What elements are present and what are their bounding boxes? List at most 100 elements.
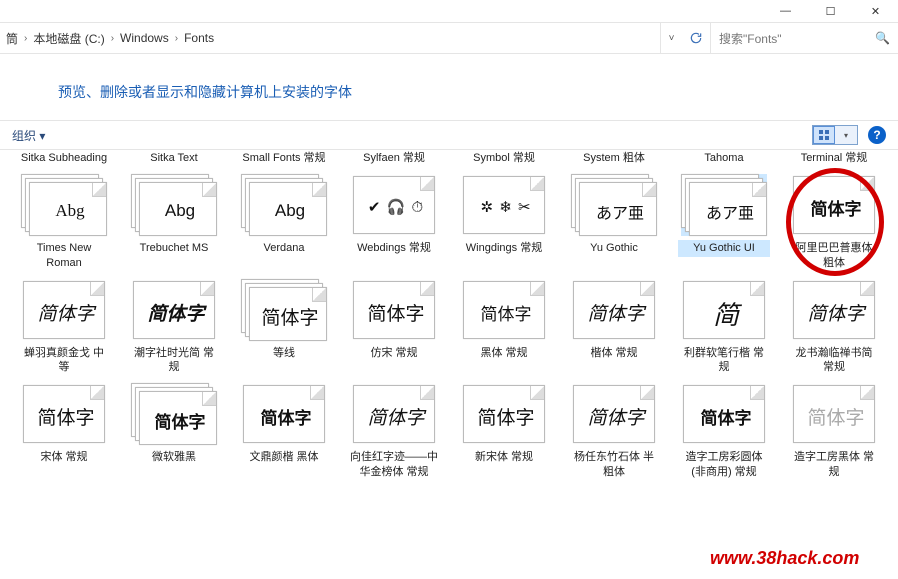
font-label: Wingdings 常规	[458, 240, 550, 256]
font-item-yu-gothic[interactable]: あア亜 Yu Gothic	[568, 174, 660, 271]
font-item[interactable]: Sitka Text	[128, 150, 220, 166]
help-button[interactable]: ?	[868, 126, 886, 144]
font-thumbnail: ✔ 🎧 ⏱	[351, 174, 437, 236]
maximize-button[interactable]: ☐	[808, 0, 853, 22]
font-label: 潮字社时光简 常规	[128, 345, 220, 376]
font-item[interactable]: 简体字向佳红字迹——中华金榜体 常规	[348, 383, 440, 480]
refresh-icon	[689, 31, 703, 45]
font-label: 龙书瀚临禅书简 常规	[788, 345, 880, 376]
font-label: Verdana	[238, 240, 330, 256]
font-item[interactable]: 简利群软笔行楷 常规	[678, 279, 770, 376]
view-dropdown-button[interactable]: ▾	[835, 126, 857, 144]
font-label: 文鼎颜楷 黑体	[238, 449, 330, 465]
font-thumbnail: 简体字	[21, 279, 107, 341]
font-item-trebuchet-ms[interactable]: Abg Trebuchet MS	[128, 174, 220, 271]
font-label: Sitka Text	[128, 150, 220, 166]
font-item[interactable]: Tahoma	[678, 150, 770, 166]
font-thumbnail: 简体字	[461, 383, 547, 445]
font-item[interactable]: Terminal 常规	[788, 150, 880, 166]
font-item[interactable]: 简体字等线	[238, 279, 330, 376]
font-sample: 简	[694, 295, 758, 332]
font-item-times-new-roman[interactable]: Abg Times New Roman	[18, 174, 110, 271]
font-thumbnail: 简	[681, 279, 767, 341]
font-item-yu-gothic-ui[interactable]: あア亜 Yu Gothic UI	[678, 174, 770, 271]
font-label: 阿里巴巴普惠体 粗体	[788, 240, 880, 271]
font-sample: 简体字	[474, 404, 538, 431]
font-label: Small Fonts 常规	[238, 150, 330, 166]
font-item[interactable]: 简体字造字工房黑体 常规	[788, 383, 880, 480]
font-thumbnail: Abg	[131, 174, 217, 236]
font-item[interactable]: 简体字微软雅黑	[128, 383, 220, 480]
font-item[interactable]: 简体字宋体 常规	[18, 383, 110, 480]
font-label: Webdings 常规	[348, 240, 440, 256]
font-item[interactable]: System 粗体	[568, 150, 660, 166]
address-history-dropdown[interactable]: ˅	[660, 23, 682, 53]
font-item[interactable]: 简体字新宋体 常规	[458, 383, 550, 480]
font-thumbnail: あア亜	[571, 174, 657, 236]
font-label: 蝉羽真颜金戈 中等	[18, 345, 110, 376]
font-sample: ✲ ❄ ✂	[474, 198, 538, 216]
organize-button[interactable]: 组织 ▾	[12, 127, 45, 144]
font-item[interactable]: 简体字潮字社时光简 常规	[128, 279, 220, 376]
font-item[interactable]: 简体字楷体 常规	[568, 279, 660, 376]
font-item[interactable]: 简体字造字工房彩圆体(非商用) 常规	[678, 383, 770, 480]
breadcrumb-part[interactable]: 筒	[6, 30, 18, 47]
breadcrumb-part[interactable]: Windows	[120, 31, 169, 45]
view-large-icons-button[interactable]	[813, 126, 835, 144]
font-item[interactable]: Sylfaen 常规	[348, 150, 440, 166]
breadcrumb-part[interactable]: 本地磁盘 (C:)	[33, 30, 104, 47]
font-label: 等线	[238, 345, 330, 361]
font-item[interactable]: Small Fonts 常规	[238, 150, 330, 166]
font-item[interactable]: 简体字杨任东竹石体 半粗体	[568, 383, 660, 480]
font-item[interactable]: 简体字文鼎颜楷 黑体	[238, 383, 330, 480]
address-bar: 筒 › 本地磁盘 (C:) › Windows › Fonts ˅ 搜索"Fon…	[0, 22, 898, 54]
font-item-wingdings[interactable]: ✲ ❄ ✂ Wingdings 常规	[458, 174, 550, 271]
font-sample: 简体字	[34, 404, 98, 431]
font-item[interactable]: Sitka Subheading	[18, 150, 110, 166]
font-sample: Abg	[260, 201, 320, 221]
font-sample: 简体字	[34, 299, 98, 326]
font-thumbnail: あア亜	[681, 174, 767, 236]
font-sample: 简体字	[144, 299, 208, 326]
font-thumbnail: 简体字	[571, 279, 657, 341]
font-thumbnail: 简体字	[791, 279, 877, 341]
search-input[interactable]: 搜索"Fonts" 🔍	[710, 23, 898, 53]
font-label: 杨任东竹石体 半粗体	[568, 449, 660, 480]
font-label: 造字工房彩圆体(非商用) 常规	[678, 449, 770, 480]
font-item-alibaba-puhui[interactable]: 简体字 阿里巴巴普惠体 粗体	[788, 174, 880, 271]
font-thumbnail: 简体字	[461, 279, 547, 341]
font-label: Sitka Subheading	[18, 150, 110, 166]
refresh-button[interactable]	[682, 23, 710, 53]
font-item[interactable]: 简体字仿宋 常规	[348, 279, 440, 376]
font-item-verdana[interactable]: Abg Verdana	[238, 174, 330, 271]
font-thumbnail: Abg	[21, 174, 107, 236]
font-sample: ✔ 🎧 ⏱	[364, 198, 428, 216]
font-label: 造字工房黑体 常规	[788, 449, 880, 480]
font-label: Yu Gothic	[568, 240, 660, 256]
font-item[interactable]: 简体字黑体 常规	[458, 279, 550, 376]
minimize-button[interactable]: —	[763, 0, 808, 22]
font-thumbnail: 简体字	[241, 279, 327, 341]
font-label: System 粗体	[568, 150, 660, 166]
font-item[interactable]: 简体字蝉羽真颜金戈 中等	[18, 279, 110, 376]
font-sample: あア亜	[700, 200, 760, 224]
window-titlebar: — ☐ ✕	[0, 0, 898, 22]
font-item[interactable]: 简体字龙书瀚临禅书简 常规	[788, 279, 880, 376]
search-placeholder: 搜索"Fonts"	[719, 30, 782, 47]
font-label: 楷体 常规	[568, 345, 660, 361]
font-sample: 简体字	[804, 195, 868, 220]
font-sample: Abg	[150, 201, 210, 221]
font-thumbnail: 简体字	[21, 383, 107, 445]
font-thumbnail: 简体字	[571, 383, 657, 445]
font-thumbnail: Abg	[241, 174, 327, 236]
font-item[interactable]: Symbol 常规	[458, 150, 550, 166]
font-sample: 简体字	[584, 404, 648, 431]
close-button[interactable]: ✕	[853, 0, 898, 22]
font-label: Terminal 常规	[788, 150, 880, 166]
font-thumbnail: 简体字	[241, 383, 327, 445]
font-thumbnail: 简体字	[681, 383, 767, 445]
font-label: 黑体 常规	[458, 345, 550, 361]
breadcrumb[interactable]: 筒 › 本地磁盘 (C:) › Windows › Fonts	[0, 23, 660, 53]
breadcrumb-part[interactable]: Fonts	[184, 31, 214, 45]
font-item-webdings[interactable]: ✔ 🎧 ⏱ Webdings 常规	[348, 174, 440, 271]
